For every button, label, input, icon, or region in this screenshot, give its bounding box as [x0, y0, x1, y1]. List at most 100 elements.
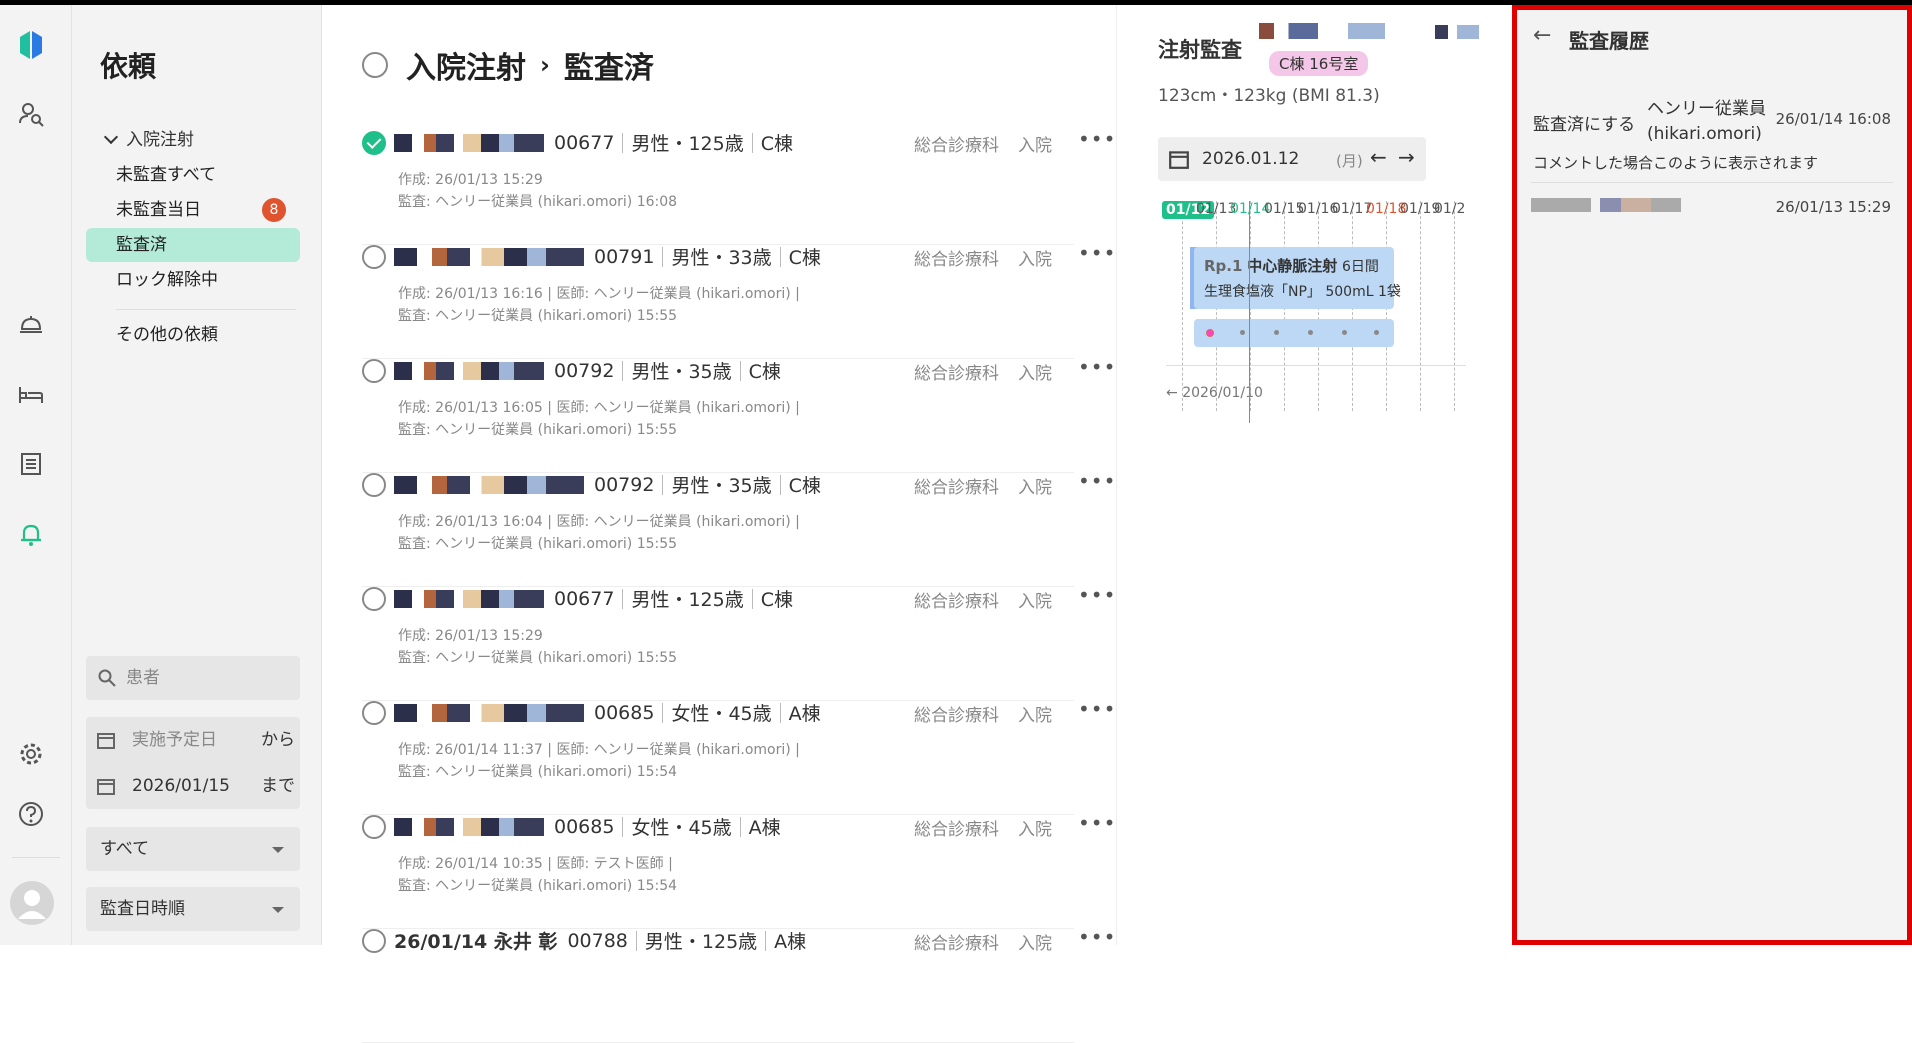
patient-id: 00791 — [594, 245, 655, 268]
sort-select[interactable]: 監査日時順 — [86, 887, 300, 931]
nav-item-other-requests[interactable]: その他の依頼 — [86, 318, 300, 352]
audit-info: 監査: ヘンリー従業員 (hikari.omori) 15:55 — [398, 422, 678, 438]
request-row[interactable]: 00792 男性・35歳 C棟 総合診療科 入院 ••• 作成: 26/01/1… — [362, 469, 1115, 587]
injection-audit-panel: 注射監査 C棟 16号室 123cm・123kg (BMI 81.3) 2026… — [1116, 5, 1510, 945]
prev-week-date: 2026/01/10 — [1182, 385, 1263, 401]
admission-type: 入院 — [1018, 364, 1052, 384]
more-menu-icon[interactable]: ••• — [1078, 127, 1116, 151]
from-label: から — [261, 730, 295, 750]
more-menu-icon[interactable]: ••• — [1078, 697, 1116, 721]
row-checkbox[interactable] — [362, 929, 386, 953]
to-label: まで — [261, 776, 295, 796]
request-list-panel: 入院注射 › 監査済 00677 男性・125歳 C棟 総合診療科 入院 •••… — [322, 5, 1437, 1043]
history-comment: コメントした場合このように表示されます — [1533, 154, 1819, 172]
admission-type: 入院 — [1018, 820, 1052, 840]
reception-bell-icon[interactable] — [18, 311, 44, 337]
department: 総合診療科 — [914, 136, 999, 156]
dose-dot[interactable] — [1308, 330, 1313, 335]
patient-name-redacted — [394, 133, 544, 152]
more-menu-icon[interactable]: ••• — [1078, 583, 1116, 607]
status-select[interactable]: すべて — [86, 827, 300, 871]
nav-item-unaudited-today[interactable]: 未監査当日 8 — [86, 193, 300, 227]
row-checkbox[interactable] — [362, 359, 386, 383]
nav-item-unaudited-all[interactable]: 未監査すべて — [86, 158, 300, 192]
row-summary: 00792 男性・35歳 C棟 — [394, 471, 821, 498]
request-row[interactable]: 00791 男性・33歳 C棟 総合診療科 入院 ••• 作成: 26/01/1… — [362, 241, 1115, 359]
history-date: 26/01/13 15:29 — [1775, 198, 1891, 216]
patient-name-redacted — [394, 703, 584, 722]
rp-name: 中心静脈注射 — [1247, 257, 1338, 275]
request-row[interactable]: 00677 男性・125歳 C棟 総合診療科 入院 ••• 作成: 26/01/… — [362, 127, 1115, 245]
history-date: 26/01/14 16:08 — [1775, 110, 1891, 128]
next-day-arrow-icon[interactable]: → — [1398, 145, 1415, 169]
patient-search-input[interactable]: 患者 — [86, 656, 300, 700]
row-checkbox[interactable] — [362, 473, 386, 497]
request-row[interactable]: 00685 女性・45歳 A棟 総合診療科 入院 ••• 作成: 26/01/1… — [362, 811, 1115, 929]
settings-gear-icon[interactable] — [18, 741, 44, 767]
admission-type: 入院 — [1018, 250, 1052, 270]
breadcrumb-root[interactable]: 入院注射 — [406, 43, 526, 87]
history-divider — [1531, 182, 1893, 183]
nav-item-audited[interactable]: 監査済 — [86, 228, 300, 262]
row-summary: 00677 男性・125歳 C棟 — [394, 585, 793, 612]
nav-item-unlocked[interactable]: ロック解除中 — [86, 263, 300, 297]
dose-dot[interactable] — [1240, 330, 1245, 335]
timeline-divider — [1166, 365, 1466, 366]
back-arrow-icon[interactable]: ← — [1533, 23, 1551, 48]
history-user-id: (hikari.omori) — [1647, 124, 1762, 144]
department: 総合診療科 — [914, 934, 999, 954]
patient-ward: A棟 — [748, 817, 781, 839]
created-info: 作成: 26/01/13 15:29 — [398, 628, 543, 644]
more-menu-icon[interactable]: ••• — [1078, 241, 1116, 265]
row-checkbox[interactable] — [362, 815, 386, 839]
date-from-placeholder: 実施予定日 — [132, 730, 217, 750]
patient-name-redacted — [394, 589, 544, 608]
date-to-field[interactable]: 2026/01/15 まで — [96, 763, 296, 809]
calendar-icon[interactable] — [1168, 148, 1190, 170]
prev-day-arrow-icon[interactable]: ← — [1370, 145, 1387, 169]
more-menu-icon[interactable]: ••• — [1078, 925, 1116, 949]
user-avatar[interactable] — [10, 881, 54, 925]
department: 総合診療科 — [914, 820, 999, 840]
rp-days: 6日間 — [1342, 259, 1379, 275]
row-checkbox[interactable] — [362, 701, 386, 725]
row-summary: 00791 男性・33歳 C棟 — [394, 243, 821, 270]
audit-info: 監査: ヘンリー従業員 (hikari.omori) 15:54 — [398, 764, 678, 780]
bed-icon[interactable] — [18, 381, 44, 407]
timeline-date[interactable]: 01/2 — [1434, 201, 1465, 217]
row-checkbox[interactable] — [362, 587, 386, 611]
patient-search-icon[interactable] — [18, 101, 44, 127]
document-list-icon[interactable] — [18, 451, 44, 477]
help-icon[interactable] — [18, 801, 44, 827]
dose-dot[interactable] — [1274, 330, 1279, 335]
prescription-block[interactable]: Rp.1 中心静脈注射 6日間 生理食塩液「NP」 500mL 1袋 — [1194, 247, 1401, 309]
nav-item-label: 未監査当日 — [116, 200, 201, 220]
timeline-gridline — [1182, 201, 1183, 411]
nav-title: 依頼 — [100, 50, 157, 83]
request-row[interactable]: 26/01/14 永井 彰 00788 男性・125歳 A棟 総合診療科 入院 … — [362, 925, 1115, 1043]
nav-group-injection[interactable]: 入院注射 — [103, 125, 194, 150]
audit-history-panel: ← 監査履歴 監査済にする ヘンリー従業員 (hikari.omori) 26/… — [1512, 5, 1912, 945]
dose-dot[interactable] — [1206, 329, 1214, 337]
row-summary: 00677 男性・125歳 C棟 — [394, 129, 793, 156]
request-row[interactable]: 00685 女性・45歳 A棟 総合診療科 入院 ••• 作成: 26/01/1… — [362, 697, 1115, 815]
patient-ward: C棟 — [748, 361, 781, 383]
date-from-field[interactable]: 実施予定日 から — [96, 717, 296, 763]
row-checkbox[interactable] — [362, 131, 386, 155]
request-nav-panel: 依頼 入院注射 未監査すべて 未監査当日 8 監査済 ロック解除中 その他の依頼 … — [72, 5, 322, 945]
row-checkbox[interactable] — [362, 245, 386, 269]
nav-item-label: ロック解除中 — [116, 270, 218, 290]
history-title: 監査履歴 — [1569, 29, 1649, 53]
app-logo-icon[interactable] — [18, 27, 44, 59]
more-menu-icon[interactable]: ••• — [1078, 355, 1116, 379]
request-row[interactable]: 00792 男性・35歳 C棟 総合診療科 入院 ••• 作成: 26/01/1… — [362, 355, 1115, 473]
dose-dot[interactable] — [1374, 330, 1379, 335]
notification-bell-icon[interactable] — [18, 521, 44, 547]
dose-dot[interactable] — [1342, 330, 1347, 335]
row-summary: 00685 女性・45歳 A棟 — [394, 699, 821, 726]
select-all-checkbox[interactable] — [362, 52, 388, 78]
more-menu-icon[interactable]: ••• — [1078, 469, 1116, 493]
weekday: (月) — [1336, 152, 1363, 170]
request-row[interactable]: 00677 男性・125歳 C棟 総合診療科 入院 ••• 作成: 26/01/… — [362, 583, 1115, 701]
more-menu-icon[interactable]: ••• — [1078, 811, 1116, 835]
